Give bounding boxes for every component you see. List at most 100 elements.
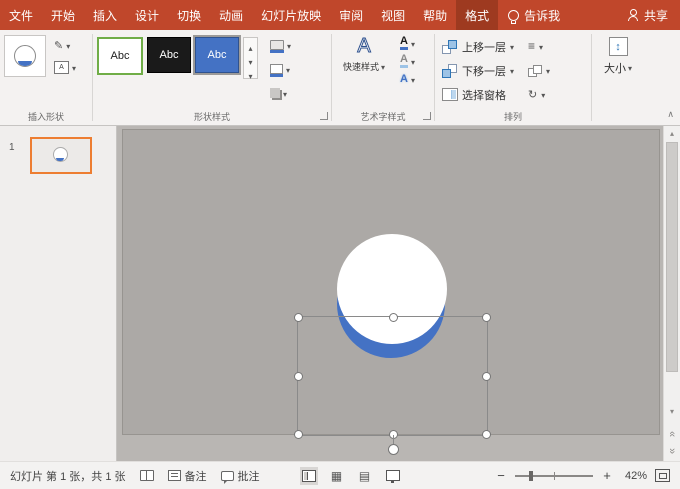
ribbon-tab-bar: 文件 开始 插入 设计 切换 动画 幻灯片放映 审阅 视图 帮助 格式 告诉我 … <box>0 0 680 30</box>
tab-format[interactable]: 格式 <box>456 0 498 30</box>
text-box-button[interactable]: A <box>52 59 78 75</box>
quick-styles-label: 快速样式 <box>343 60 385 73</box>
align-button[interactable] <box>525 35 553 58</box>
scroll-down-icon[interactable] <box>664 407 680 417</box>
normal-view-icon <box>302 470 316 482</box>
gallery-scroll-up-icon[interactable] <box>248 40 252 54</box>
resize-handle-middle-left[interactable] <box>294 372 303 381</box>
slide-canvas[interactable] <box>117 126 663 461</box>
chevron-down-icon <box>510 41 514 53</box>
wordart-dialog-launcher-icon[interactable] <box>423 112 431 120</box>
shape-style-gallery-arrows <box>243 37 258 79</box>
tab-view[interactable]: 视图 <box>372 0 414 30</box>
normal-view-button[interactable] <box>300 467 318 485</box>
tab-transitions[interactable]: 切换 <box>168 0 210 30</box>
shape-fill-button[interactable] <box>268 36 293 56</box>
tab-review[interactable]: 审阅 <box>330 0 372 30</box>
shape-style-swatch-3-selected[interactable]: Abc <box>195 37 239 73</box>
shape-format-buttons <box>268 36 293 104</box>
text-box-icon: A <box>54 61 69 74</box>
resize-handle-bottom-left[interactable] <box>294 430 303 439</box>
slideshow-view-button[interactable] <box>384 467 402 485</box>
previous-slide-icon[interactable] <box>667 426 677 442</box>
reading-view-button[interactable] <box>356 467 374 485</box>
vertical-scrollbar[interactable] <box>663 126 680 461</box>
chevron-down-icon <box>411 54 415 68</box>
quick-styles-label-text: 快速样式 <box>343 60 379 73</box>
resize-handle-middle-right[interactable] <box>482 372 491 381</box>
send-backward-icon <box>442 64 458 78</box>
resize-handle-top-middle[interactable] <box>389 313 398 322</box>
group-objects-button[interactable] <box>525 59 553 82</box>
comments-icon <box>221 471 234 481</box>
tab-insert[interactable]: 插入 <box>84 0 126 30</box>
slide-sorter-view-button[interactable] <box>328 467 346 485</box>
insert-shapes-group-label: 插入形状 <box>0 108 92 125</box>
tab-animations[interactable]: 动画 <box>210 0 252 30</box>
tell-me-button[interactable]: 告诉我 <box>498 0 570 30</box>
resize-handle-top-left[interactable] <box>294 313 303 322</box>
shape-style-swatch-1[interactable]: Abc <box>97 37 143 75</box>
share-button[interactable]: 共享 <box>615 0 680 30</box>
text-effects-button[interactable]: A <box>398 71 417 87</box>
scroll-up-icon[interactable] <box>664 129 680 139</box>
shape-outline-button[interactable] <box>268 60 293 80</box>
zoom-out-button[interactable]: − <box>495 468 507 483</box>
group-size: 大小 <box>592 30 656 125</box>
resize-handle-top-right[interactable] <box>482 313 491 322</box>
next-slide-icon[interactable] <box>667 443 677 459</box>
status-bar: 幻灯片 第 1 张，共 1 张 备注 批注 − <box>0 461 680 489</box>
tab-help[interactable]: 帮助 <box>414 0 456 30</box>
resize-handle-bottom-right[interactable] <box>482 430 491 439</box>
edit-shape-button[interactable] <box>52 37 78 53</box>
bring-forward-icon <box>442 40 458 54</box>
zoom-slider[interactable] <box>515 475 593 477</box>
send-backward-button[interactable]: 下移一层 <box>439 59 517 82</box>
comments-button[interactable]: 批注 <box>221 468 260 484</box>
tab-design[interactable]: 设计 <box>126 0 168 30</box>
fit-to-window-icon[interactable] <box>655 469 670 482</box>
rotate-button[interactable] <box>525 83 553 106</box>
group-objects-icon <box>528 65 542 77</box>
text-fill-button[interactable]: A <box>398 35 417 51</box>
insert-shapes-buttons: A <box>52 37 78 75</box>
shape-effects-button[interactable] <box>268 84 293 104</box>
size-button[interactable]: 大小 <box>596 35 640 78</box>
zoom-in-button[interactable]: + <box>601 468 613 483</box>
quick-styles-button[interactable]: A 快速样式 <box>336 35 392 73</box>
chevron-down-icon <box>411 72 415 86</box>
spellcheck-button[interactable] <box>140 470 154 481</box>
shape-styles-dialog-launcher-icon[interactable] <box>320 112 328 120</box>
chevron-down-icon <box>510 65 514 77</box>
tab-file[interactable]: 文件 <box>0 0 42 30</box>
gallery-more-icon[interactable] <box>248 68 252 82</box>
shape-style-swatch-2[interactable]: Abc <box>147 37 191 73</box>
slide-thumbnail[interactable] <box>30 137 92 174</box>
slideshow-icon <box>386 470 400 481</box>
slide-info: 幻灯片 第 1 张，共 1 张 <box>10 468 126 484</box>
rotation-handle[interactable] <box>388 444 399 455</box>
arrange-right-column <box>525 35 553 106</box>
notes-button[interactable]: 备注 <box>168 468 207 484</box>
text-outline-icon: A <box>400 54 408 68</box>
shape-styles-body: Abc Abc Abc <box>93 30 331 108</box>
scrollbar-thumb[interactable] <box>666 142 678 372</box>
tab-home[interactable]: 开始 <box>42 0 84 30</box>
group-insert-shapes: A 插入形状 <box>0 30 92 125</box>
arrange-body: 上移一层 下移一层 选择窗格 <box>435 30 591 108</box>
zoom-percent[interactable]: 42% <box>621 470 647 482</box>
shapes-gallery[interactable] <box>4 35 46 77</box>
tab-slideshow[interactable]: 幻灯片放映 <box>252 0 330 30</box>
gallery-scroll-down-icon[interactable] <box>248 54 252 68</box>
zoom-slider-thumb[interactable] <box>529 471 533 481</box>
slide-number: 1 <box>9 142 15 153</box>
selection-pane-button[interactable]: 选择窗格 <box>439 83 517 106</box>
wordart-body: A 快速样式 A A A <box>332 30 434 108</box>
collapse-ribbon-button[interactable] <box>667 109 674 120</box>
slide[interactable] <box>122 129 660 435</box>
reading-view-icon <box>359 469 370 483</box>
text-outline-button[interactable]: A <box>398 53 417 69</box>
insert-shapes-label-text: 插入形状 <box>28 110 64 123</box>
ribbon: A 插入形状 Abc Abc Abc <box>0 30 680 126</box>
bring-forward-button[interactable]: 上移一层 <box>439 35 517 58</box>
